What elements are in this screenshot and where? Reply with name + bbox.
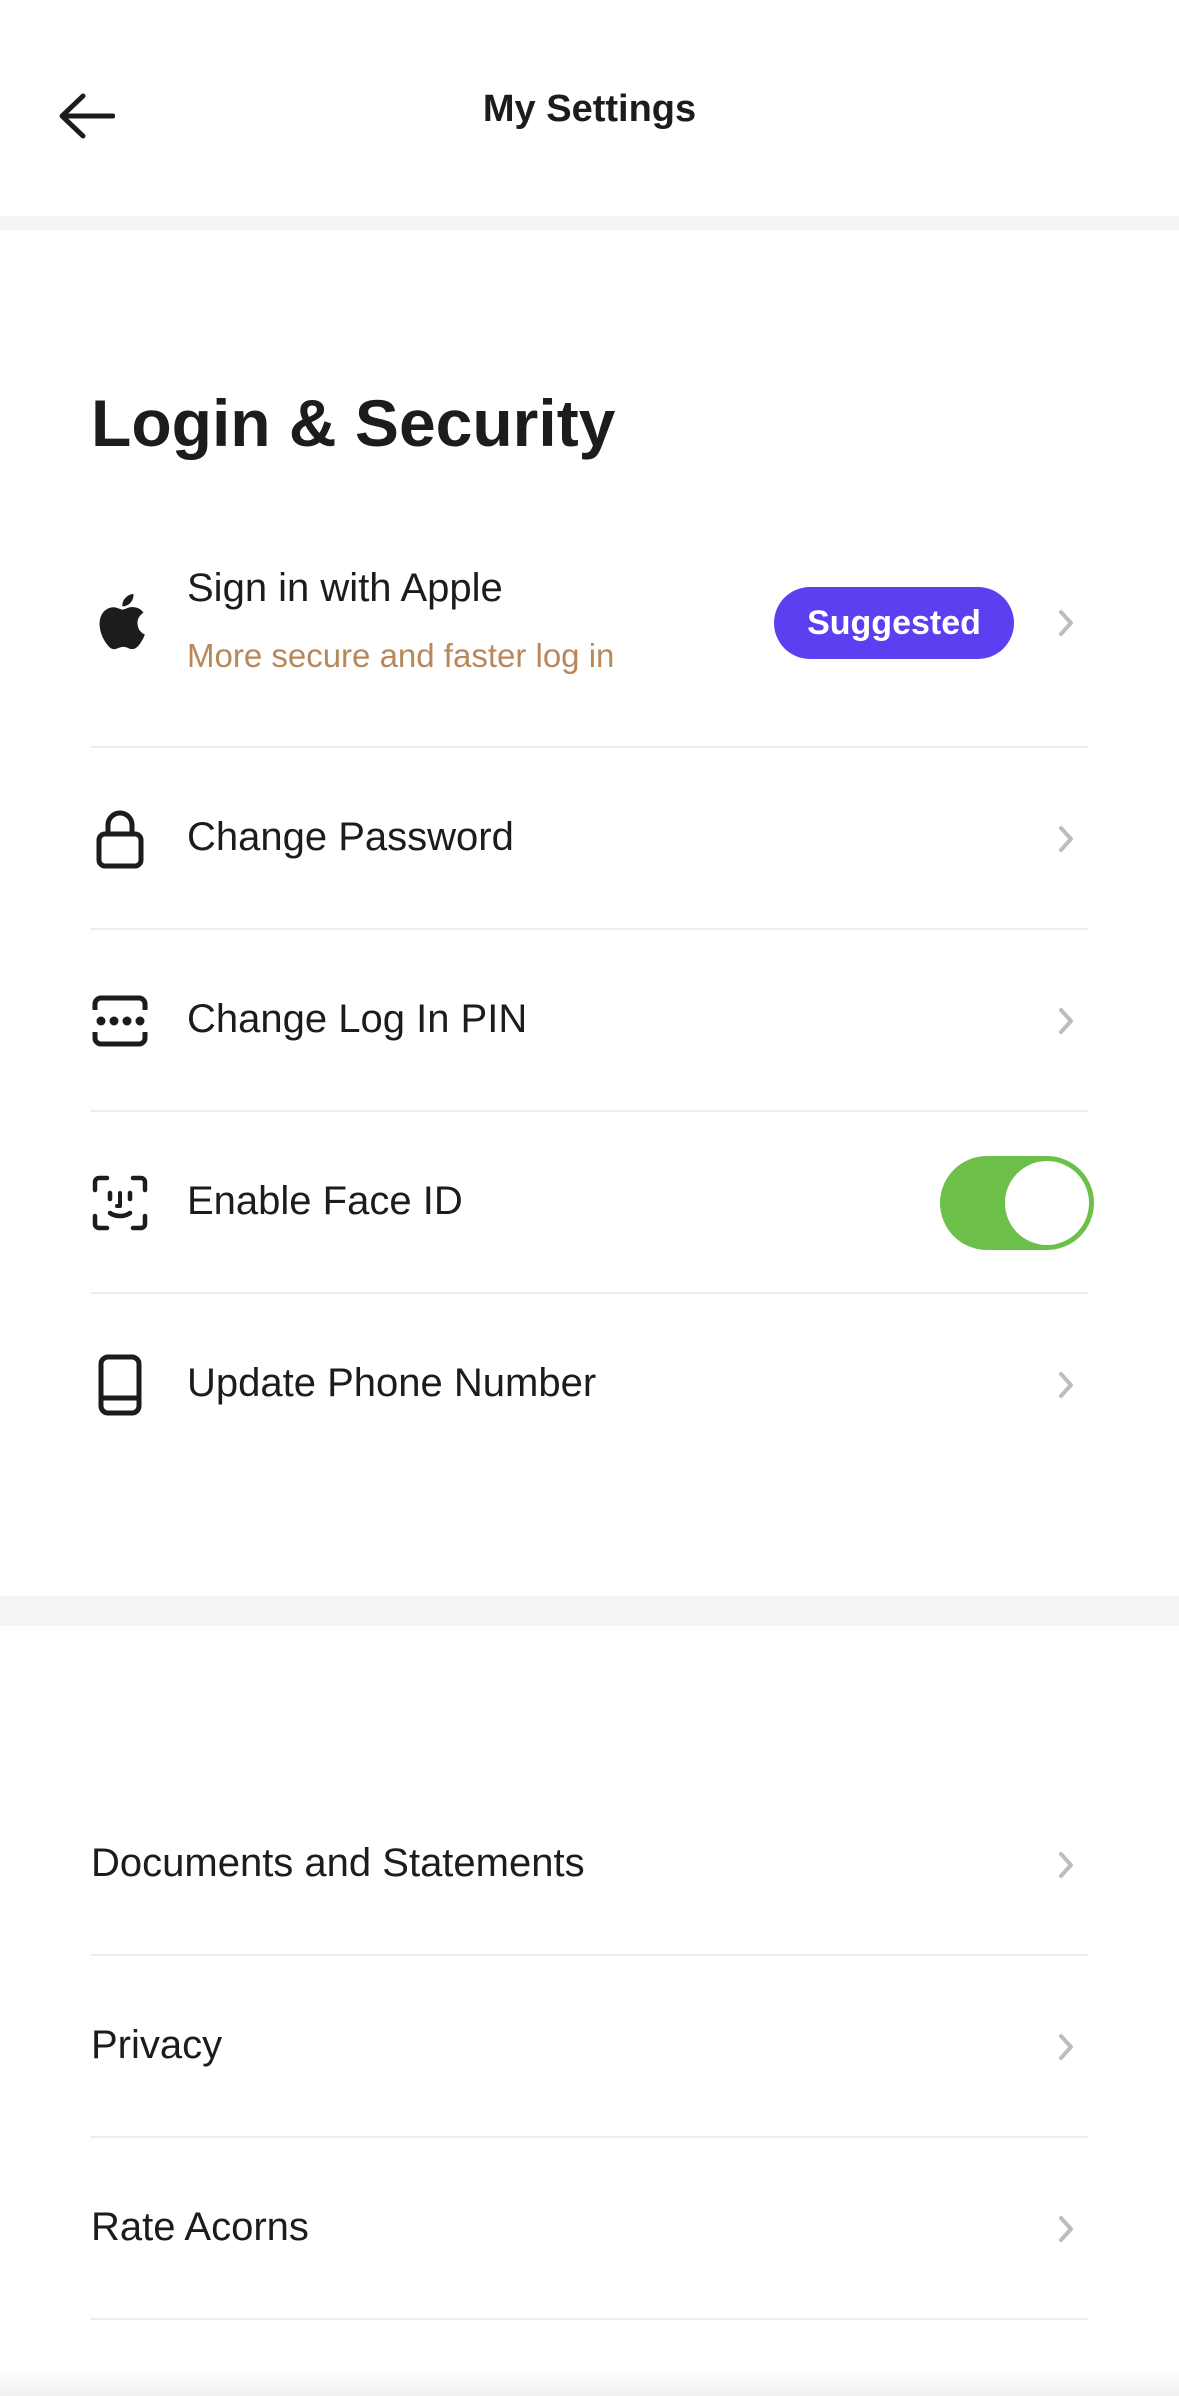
change-pin-label: Change Log In PIN [187,997,528,1041]
enable-face-id-row: Enable Face ID [91,1112,1094,1294]
header: My Settings [0,0,1179,216]
apple-icon [91,592,149,650]
rate-acorns-label: Rate Acorns [91,2205,309,2249]
chevron-right-icon [1054,1367,1078,1403]
change-password-row[interactable]: Change Password [91,748,1088,930]
toggle-knob [1005,1161,1089,1245]
chevron-right-icon [1054,821,1078,857]
face-id-icon [91,1174,149,1232]
chevron-right-icon [1054,2029,1078,2065]
chevron-right-icon [1054,605,1078,641]
update-phone-row[interactable]: Update Phone Number [91,1294,1088,1476]
sign-in-with-apple-subtitle: More secure and faster log in [187,637,615,674]
privacy-label: Privacy [91,2023,223,2067]
documents-row[interactable]: Documents and Statements [91,1774,1088,1956]
sign-in-with-apple-row[interactable]: Sign in with Apple More secure and faste… [91,536,1088,748]
change-password-label: Change Password [187,815,514,859]
sign-in-with-apple-label: Sign in with Apple [187,566,503,610]
enable-face-id-label: Enable Face ID [187,1179,463,1223]
update-phone-label: Update Phone Number [187,1361,597,1405]
phone-icon [91,1354,149,1416]
section-title: Login & Security [91,386,616,460]
chevron-right-icon [1054,1003,1078,1039]
change-pin-row[interactable]: Change Log In PIN [91,930,1088,1112]
face-id-toggle[interactable] [940,1156,1094,1250]
chevron-right-icon [1054,2211,1078,2247]
chevron-right-icon [1054,1847,1078,1883]
pin-icon [91,992,149,1050]
bottom-fade [0,2370,1179,2396]
suggested-badge: Suggested [774,587,1014,659]
documents-label: Documents and Statements [91,1841,585,1885]
section-divider [0,1596,1179,1626]
lock-icon [91,810,149,869]
page-title: My Settings [482,88,697,130]
privacy-row[interactable]: Privacy [91,1956,1088,2138]
rate-acorns-row[interactable]: Rate Acorns [91,2138,1088,2320]
header-divider [0,216,1179,230]
